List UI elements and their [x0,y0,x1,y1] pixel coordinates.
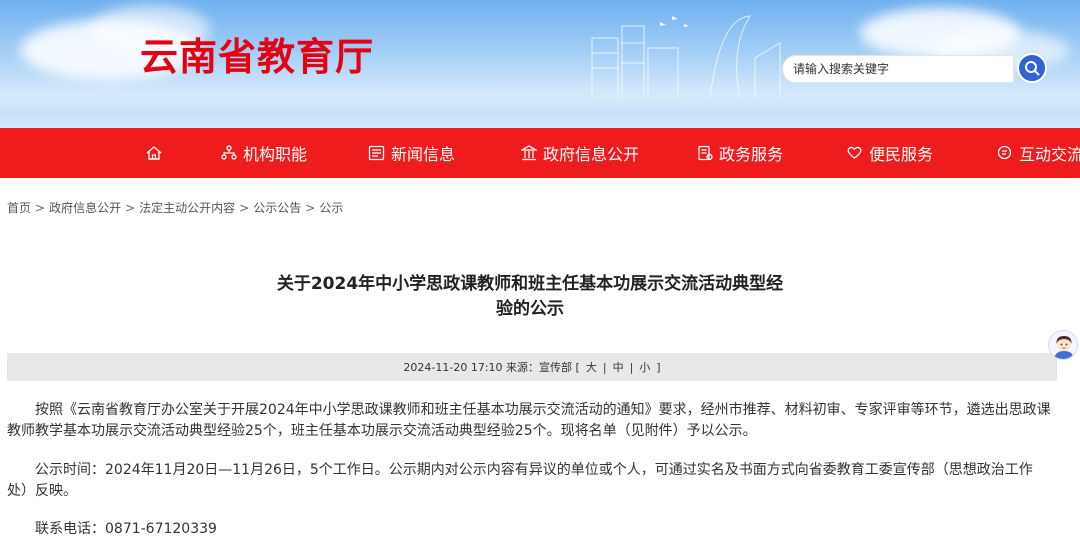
article-paragraph: 按照《云南省教育厅办公室关于开展2024年中小学思政课教师和班主任基本功展示交流… [7,402,1051,439]
nav-item-news[interactable]: 新闻信息 [368,128,455,178]
nav-item-label: 互动交流 [1019,145,1080,164]
news-icon [368,145,385,161]
search-button[interactable] [1017,53,1047,83]
nav-item-gov-info[interactable]: 政府信息公开 [521,128,639,178]
nav-item-interaction[interactable]: 互动交流 [996,128,1080,178]
org-icon [221,145,237,160]
meta-divider: | [629,360,634,374]
breadcrumb-home[interactable]: 首页 [7,201,31,215]
breadcrumb: 首页 > 政府信息公开 > 法定主动公开内容 > 公示公告 > 公示 [7,199,343,216]
site-title[interactable]: 云南省教育厅 [140,26,374,81]
breadcrumb-separator: > [239,201,250,215]
home-icon [146,146,162,160]
article-paragraph: 联系电话：0871-67120339 [35,521,217,537]
building-icon [521,145,537,161]
nav-item-home[interactable] [145,128,169,178]
article-title-line: 关于2024年中小学思政课教师和班主任基本功展示交流活动典型经 [276,274,784,294]
nav-item-label: 便民服务 [869,145,934,164]
header-banner: 云南省教育厅 请输入搜索关键字 [0,0,1080,128]
chat-icon [997,145,1012,160]
service-icon [698,145,713,161]
breadcrumb-statutory[interactable]: 法定主动公开内容 [139,201,235,215]
nav-item-label: 新闻信息 [391,145,456,164]
article-meta: 2024-11-20 17:10 来源：宣传部 [ 大 | 中 | 小 ] [7,353,1057,381]
nav-item-convenience[interactable]: 便民服务 [846,128,933,178]
font-size-medium-button[interactable]: 中 [613,359,624,375]
nav-item-label: 机构职能 [243,145,308,164]
heart-hand-icon [847,146,862,159]
avatar-icon [1054,336,1074,359]
nav-item-services[interactable]: 政务服务 [697,128,783,178]
article-paragraph: 公示时间：2024年11月20日—11月26日，5个工作日。公示期内对公示内容有… [7,462,1033,499]
breadcrumb-separator: > [305,201,316,215]
article-title: 关于2024年中小学思政课教师和班主任基本功展示交流活动典型经 验的公示 [260,272,800,322]
banner-band [0,90,1080,128]
nav-item-label: 政务服务 [719,145,784,164]
article-title-line: 验的公示 [496,299,564,319]
assistant-avatar[interactable] [1048,330,1078,360]
breadcrumb-separator: > [125,201,136,215]
search-icon [1025,61,1040,76]
meta-close-bracket: ] [656,360,661,374]
meta-date-source: 2024-11-20 17:10 来源：宣传部 [ [403,361,580,374]
breadcrumb-separator: > [35,201,46,215]
breadcrumb-gov-info[interactable]: 政府信息公开 [49,201,121,215]
meta-divider: | [602,360,607,374]
breadcrumb-announcements[interactable]: 公示公告 [253,201,301,215]
search-input[interactable]: 请输入搜索关键字 [782,55,1014,83]
font-size-small-button[interactable]: 小 [639,359,650,375]
nav-item-org[interactable]: 机构职能 [221,128,307,178]
nav-item-label: 政府信息公开 [543,145,640,164]
city-skyline-decoration [591,15,781,98]
main-nav: 机构职能 新闻信息 政府信息公开 政务服务 便民服务 互动交流 [0,128,1080,178]
font-size-large-button[interactable]: 大 [586,359,597,375]
breadcrumb-current[interactable]: 公示 [319,201,343,215]
